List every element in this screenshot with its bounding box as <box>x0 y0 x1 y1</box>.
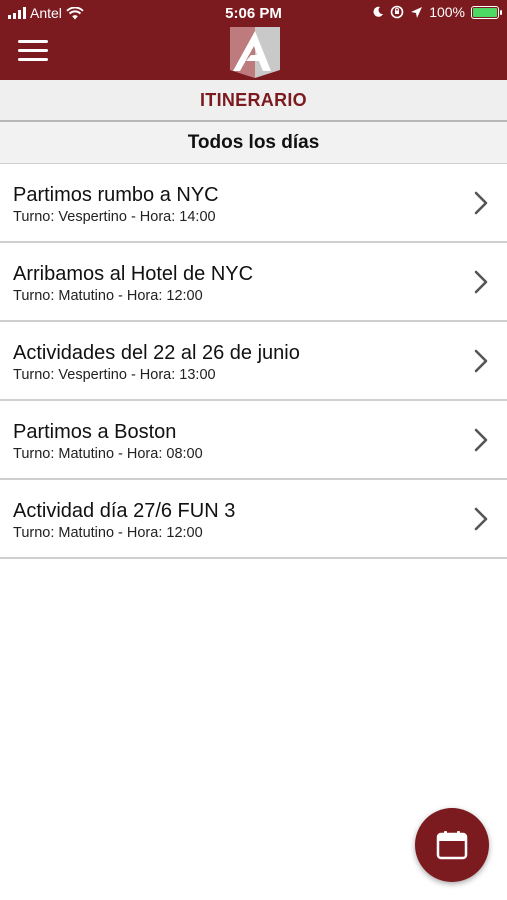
battery-fill <box>473 7 497 17</box>
chevron-right-icon <box>474 507 488 531</box>
chevron-right-icon <box>474 349 488 373</box>
list-item[interactable]: Actividad día 27/6 FUN 3 Turno: Matutino… <box>0 480 507 559</box>
battery-percent: 100% <box>429 4 465 20</box>
day-filter-label[interactable]: Todos los días <box>0 122 507 164</box>
section-title: ITINERARIO <box>0 80 507 122</box>
chevron-right-icon <box>474 191 488 215</box>
itinerary-list: Partimos rumbo a NYC Turno: Vespertino -… <box>0 164 507 559</box>
location-arrow-icon <box>411 6 423 18</box>
item-subtitle: Turno: Matutino - Hora: 12:00 <box>13 525 203 541</box>
app-screen: Antel 5:06 PM 100% ITINERARIO Todos los … <box>0 0 507 900</box>
moon-icon <box>373 6 384 17</box>
calendar-button[interactable] <box>415 808 489 882</box>
battery-icon <box>471 5 502 19</box>
top-bar: Antel 5:06 PM 100% <box>0 0 507 80</box>
item-title: Partimos rumbo a NYC <box>13 184 219 206</box>
item-title: Arribamos al Hotel de NYC <box>13 263 254 285</box>
item-title: Actividad día 27/6 FUN 3 <box>13 500 236 522</box>
calendar-icon <box>436 831 468 860</box>
item-subtitle: Turno: Matutino - Hora: 12:00 <box>13 288 203 304</box>
list-item[interactable]: Actividades del 22 al 26 de junio Turno:… <box>0 322 507 401</box>
item-title: Partimos a Boston <box>13 421 177 443</box>
hamburger-menu-icon[interactable] <box>18 40 48 62</box>
rotation-lock-icon <box>390 5 404 19</box>
list-item[interactable]: Partimos a Boston Turno: Matutino - Hora… <box>0 401 507 480</box>
item-subtitle: Turno: Matutino - Hora: 08:00 <box>13 446 203 462</box>
list-item[interactable]: Partimos rumbo a NYC Turno: Vespertino -… <box>0 164 507 243</box>
item-subtitle: Turno: Vespertino - Hora: 13:00 <box>13 367 216 383</box>
status-right: 100% <box>372 4 502 20</box>
item-title: Actividades del 22 al 26 de junio <box>13 342 300 364</box>
chevron-right-icon <box>474 270 488 294</box>
status-bar: Antel 5:06 PM 100% <box>0 0 507 26</box>
item-subtitle: Turno: Vespertino - Hora: 14:00 <box>13 209 216 225</box>
chevron-right-icon <box>474 428 488 452</box>
app-logo-icon[interactable] <box>225 24 283 78</box>
list-item[interactable]: Arribamos al Hotel de NYC Turno: Matutin… <box>0 243 507 322</box>
